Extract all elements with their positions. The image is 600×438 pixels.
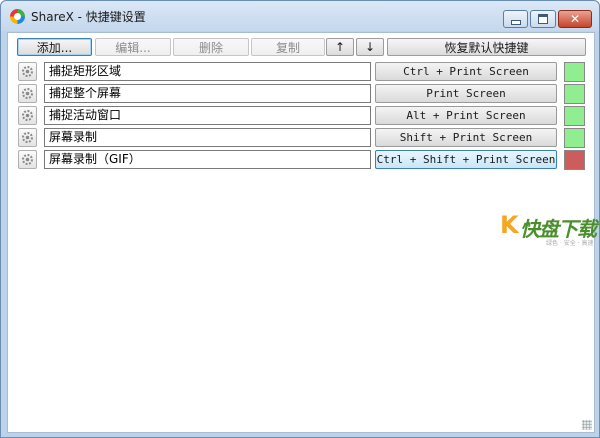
gear-icon (22, 88, 33, 99)
delete-button[interactable]: 删除 (173, 38, 249, 56)
hotkey-status-indicator (564, 84, 585, 104)
hotkey-status-indicator (564, 128, 585, 148)
gear-icon (22, 110, 33, 121)
hotkey-task-name[interactable]: 捕捉整个屏幕 (44, 84, 371, 103)
hotkey-input-button[interactable]: Print Screen (375, 84, 557, 103)
hotkey-task-name[interactable]: 捕捉矩形区域 (44, 62, 371, 81)
hotkey-input-button[interactable]: Ctrl + Print Screen (375, 62, 557, 81)
minimize-button[interactable] (503, 10, 528, 28)
reset-default-hotkeys-button[interactable]: 恢复默认快捷键 (387, 38, 586, 56)
hotkey-settings-button[interactable] (18, 106, 37, 125)
hotkey-settings-button[interactable] (18, 84, 37, 103)
move-down-button[interactable]: ↓ (356, 38, 384, 56)
hotkey-input-button[interactable]: Alt + Print Screen (375, 106, 557, 125)
hotkey-task-name[interactable]: 捕捉活动窗口 (44, 106, 371, 125)
hotkey-status-indicator (564, 150, 585, 170)
hotkey-settings-button[interactable] (18, 150, 37, 169)
maximize-button[interactable] (530, 10, 556, 28)
hotkey-settings-button[interactable] (18, 128, 37, 147)
hotkey-input-button[interactable]: Ctrl + Shift + Print Screen (375, 150, 557, 169)
close-icon: ✕ (569, 12, 581, 26)
hotkey-task-name[interactable]: 屏幕录制（GIF） (44, 150, 371, 169)
hotkey-task-name[interactable]: 屏幕录制 (44, 128, 371, 147)
hotkey-settings-button[interactable] (18, 62, 37, 81)
hotkey-settings-window: ShareX - 快捷键设置 ✕ 添加... 编辑... 删除 复制 ↑ ↓ 恢… (0, 0, 600, 438)
copy-button[interactable]: 复制 (251, 38, 325, 56)
move-up-button[interactable]: ↑ (326, 38, 354, 56)
watermark-logo-icon: K (500, 211, 519, 239)
close-button[interactable]: ✕ (558, 10, 592, 28)
title-bar[interactable]: ShareX - 快捷键设置 ✕ (1, 1, 599, 31)
watermark-subtext: 绿色 · 安全 · 高速 (546, 240, 594, 247)
hotkey-status-indicator (564, 106, 585, 126)
sharex-app-icon (10, 9, 25, 24)
hotkey-status-indicator (564, 62, 585, 82)
gear-icon (22, 154, 33, 165)
kuaipan-watermark: K 快盘下载 绿色 · 安全 · 高速 (500, 210, 597, 248)
maximize-icon (538, 14, 548, 24)
hotkey-input-button[interactable]: Shift + Print Screen (375, 128, 557, 147)
window-title: ShareX - 快捷键设置 (31, 10, 146, 24)
edit-button[interactable]: 编辑... (95, 38, 171, 56)
resize-grip-icon[interactable] (582, 420, 592, 430)
gear-icon (22, 132, 33, 143)
add-button[interactable]: 添加... (17, 38, 92, 56)
hotkey-panel: 添加... 编辑... 删除 复制 ↑ ↓ 恢复默认快捷键 捕捉矩形区域 Ctr… (7, 32, 597, 433)
minimize-icon (510, 19, 521, 25)
gear-icon (22, 66, 33, 77)
